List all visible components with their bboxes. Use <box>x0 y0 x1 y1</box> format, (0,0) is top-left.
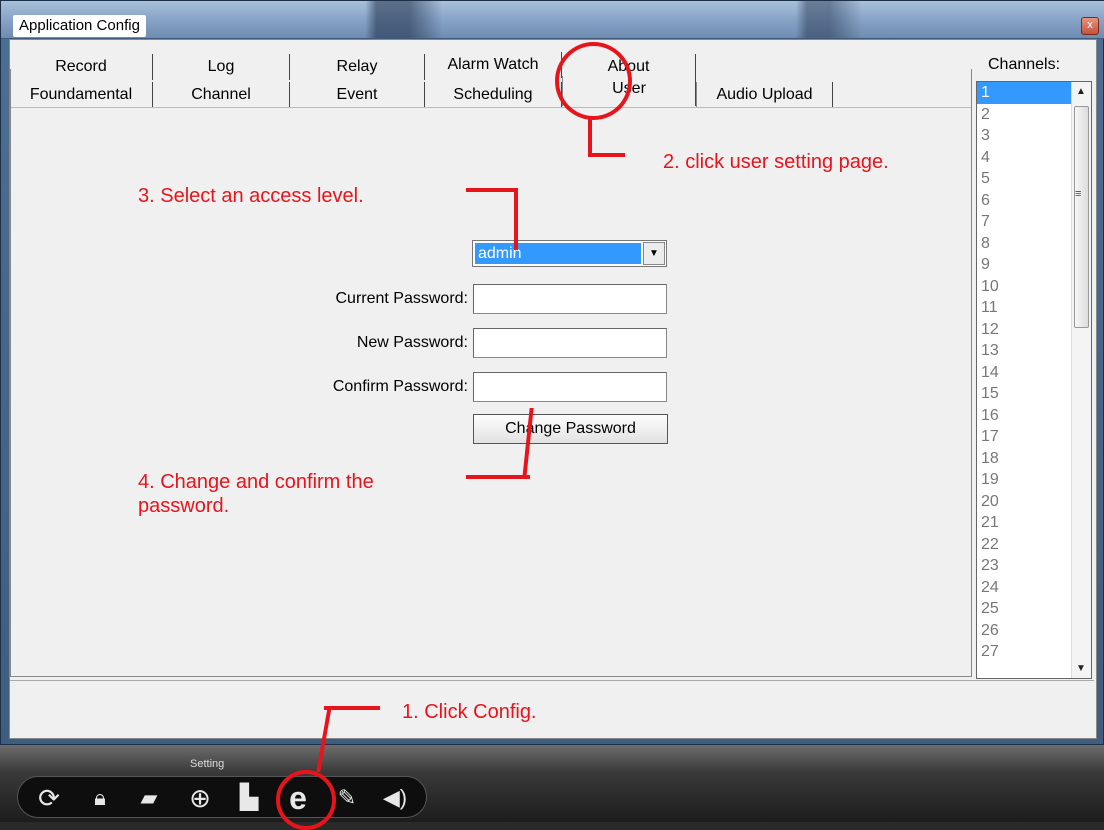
channel-item[interactable]: 5 <box>977 168 1073 190</box>
scroll-up-icon[interactable]: ▲ <box>1076 86 1086 97</box>
channel-item[interactable]: 6 <box>977 190 1073 212</box>
lock-icon[interactable]: 🔒︎ <box>83 783 117 813</box>
chevron-down-icon[interactable]: ▼ <box>643 242 665 265</box>
channel-item[interactable]: 11 <box>977 297 1073 319</box>
channel-item[interactable]: 23 <box>977 555 1073 577</box>
channel-item[interactable]: 3 <box>977 125 1073 147</box>
folder-icon[interactable]: ▰ <box>132 783 166 813</box>
channel-scrollbar[interactable]: ▲ ≡ ▼ <box>1071 82 1091 678</box>
step3-note: 3. Select an access level. <box>138 185 364 207</box>
step3-line-v <box>514 188 518 250</box>
config-highlight-circle <box>276 770 336 830</box>
scroll-grip-icon: ≡ <box>1075 188 1082 200</box>
step4-note-line2: password. <box>138 495 230 517</box>
channel-item[interactable]: 19 <box>977 469 1073 491</box>
refresh-icon[interactable]: ⟳ <box>32 783 66 813</box>
channel-item[interactable]: 16 <box>977 405 1073 427</box>
channel-item[interactable]: 12 <box>977 319 1073 341</box>
user-tab-highlight-circle <box>555 42 632 120</box>
channel-item[interactable]: 1 <box>977 82 1073 104</box>
step3-line-h <box>466 188 518 192</box>
channel-item[interactable]: 15 <box>977 383 1073 405</box>
channel-item[interactable]: 17 <box>977 426 1073 448</box>
channel-list[interactable]: 1 2 3 4 5 6 7 8 9 10 11 12 13 14 15 16 1… <box>976 81 1092 679</box>
channel-item[interactable]: 9 <box>977 254 1073 276</box>
status-bar <box>10 680 1094 681</box>
confirm-password-label: Confirm Password: <box>332 378 468 395</box>
step2-line-h <box>588 153 625 157</box>
scroll-thumb[interactable] <box>1074 106 1089 328</box>
channel-item[interactable]: 4 <box>977 147 1073 169</box>
step2-line-v <box>588 116 592 156</box>
step1-line-h <box>324 706 380 710</box>
channel-item[interactable]: 7 <box>977 211 1073 233</box>
channel-item[interactable]: 20 <box>977 491 1073 513</box>
current-password-label: Current Password: <box>335 290 469 307</box>
setting-label: Setting <box>190 758 225 770</box>
new-password-field[interactable] <box>473 328 667 358</box>
channel-item[interactable]: 14 <box>977 362 1073 384</box>
step1-note: 1. Click Config. <box>402 701 537 723</box>
channel-item[interactable]: 27 <box>977 641 1073 663</box>
step2-note: 2. click user setting page. <box>663 151 889 173</box>
channel-item[interactable]: 21 <box>977 512 1073 534</box>
channel-item[interactable]: 10 <box>977 276 1073 298</box>
change-password-button[interactable]: Change Password <box>473 414 668 444</box>
main-toolbar <box>17 776 427 818</box>
document-icon[interactable]: ▙ <box>232 783 266 813</box>
speaker-icon[interactable]: ◀) <box>378 783 412 813</box>
channel-item[interactable]: 2 <box>977 104 1073 126</box>
window-title: Application Config <box>13 15 146 37</box>
title-bar[interactable]: Application Config x <box>1 1 1104 39</box>
current-password-field[interactable] <box>473 284 667 314</box>
access-level-value: admin <box>475 243 641 264</box>
new-password-label: New Password: <box>356 334 468 351</box>
channels-label: Channels: <box>988 56 1061 73</box>
globe-icon[interactable]: ⊕ <box>183 783 217 813</box>
channel-item[interactable]: 24 <box>977 577 1073 599</box>
channel-item[interactable]: 25 <box>977 598 1073 620</box>
channel-item[interactable]: 13 <box>977 340 1073 362</box>
scroll-down-icon[interactable]: ▼ <box>1076 663 1086 674</box>
channel-item[interactable]: 26 <box>977 620 1073 642</box>
access-level-select[interactable]: admin ▼ <box>472 240 667 267</box>
channel-item[interactable]: 18 <box>977 448 1073 470</box>
channel-item[interactable]: 22 <box>977 534 1073 556</box>
step4-note-line1: 4. Change and confirm the <box>138 471 374 493</box>
confirm-password-field[interactable] <box>473 372 667 402</box>
close-button[interactable]: x <box>1081 17 1099 35</box>
step4-line-h <box>466 475 530 479</box>
channel-item[interactable]: 8 <box>977 233 1073 255</box>
